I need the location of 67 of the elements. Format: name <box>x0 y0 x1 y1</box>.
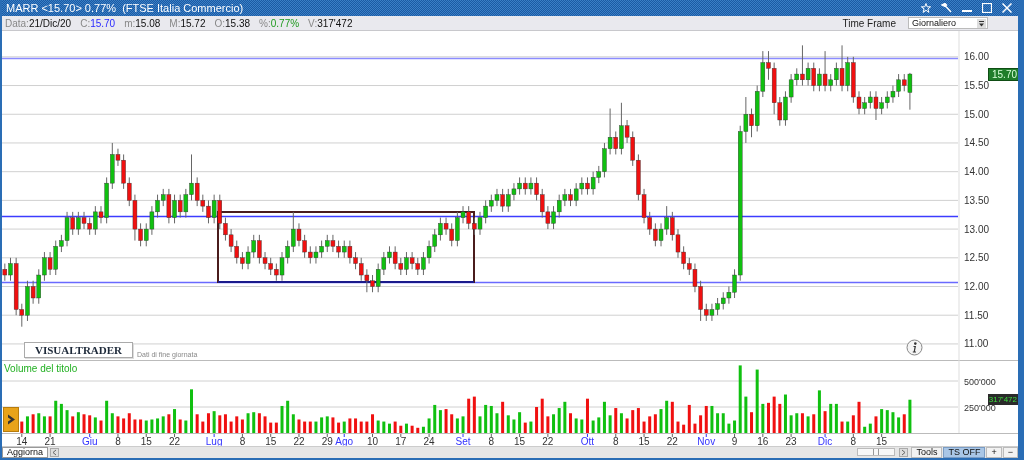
date-axis-label: 22 <box>542 436 554 446</box>
quote-label: V: <box>308 17 318 29</box>
date-axis-label: 8 <box>115 436 121 446</box>
date-axis-label: 15 <box>514 436 526 446</box>
date-axis-label: Nov <box>697 436 716 446</box>
date-axis-label: 10 <box>366 436 379 446</box>
volume-axis-label: 250'000 <box>964 402 996 413</box>
chart-title: Volume del titolo <box>4 363 78 374</box>
quote-value: 15.08 <box>135 17 161 29</box>
quote-label: Data: <box>5 17 29 29</box>
date-axis-label: Ott <box>580 436 595 446</box>
price-axis-label: 15.00 <box>964 108 990 120</box>
date-axis-label: 8 <box>850 436 857 446</box>
toolbar-button[interactable]: Tools <box>911 447 943 458</box>
quote-label: O: <box>214 17 226 29</box>
date-axis-label: 21 <box>44 436 56 446</box>
quote-value: 15.70 <box>90 17 116 29</box>
date-axis-label: 8 <box>613 436 619 446</box>
price-axis-label: 14.50 <box>964 137 990 149</box>
price-axis-label: 11.50 <box>964 309 989 321</box>
date-axis-label: 15 <box>140 436 152 446</box>
date-axis-label: 29 <box>321 436 333 446</box>
date-axis-label: Set <box>455 436 471 446</box>
date-axis-label: 17 <box>395 436 407 446</box>
price-axis-label: 14.00 <box>964 166 990 178</box>
date-axis-label: 22 <box>666 436 678 446</box>
quote-value: 15.38 <box>225 17 251 29</box>
quote-value: 15.72 <box>180 17 206 29</box>
date-axis-label: 8 <box>488 436 495 446</box>
price-axis-label: 15.50 <box>964 80 990 92</box>
quote-value: 317'472 <box>317 17 353 29</box>
date-axis-label: 14 <box>16 436 28 446</box>
time-frame-label: Time Frame <box>842 17 896 29</box>
toolbar-button[interactable]: TS OFF <box>943 447 986 458</box>
date-axis-label: 8 <box>239 436 246 446</box>
quote-value: 0.77% <box>270 17 300 29</box>
quote-label: %: <box>259 17 271 29</box>
date-axis-label: 15 <box>265 436 277 446</box>
quote-value: 21/Dic/20 <box>28 17 72 29</box>
quote-label: M: <box>169 17 181 29</box>
time-frame-dropdown[interactable]: Giornaliero <box>908 17 988 29</box>
last-price-label: 15.70 <box>988 68 1018 82</box>
price-axis-label: 11.00 <box>964 338 989 350</box>
price-axis-label: 13.50 <box>964 194 990 206</box>
date-axis-label: Giu <box>81 436 98 446</box>
toolbar-button[interactable]: + <box>986 447 1002 458</box>
date-axis-label: 15 <box>876 436 888 446</box>
date-axis-label: 15 <box>638 436 650 446</box>
price-axis-label: 13.00 <box>964 223 990 235</box>
price-axis-label: 12.50 <box>964 252 990 264</box>
quote-label: C: <box>80 17 91 29</box>
price-axis-label: 12.00 <box>964 281 990 292</box>
date-axis-label: 9 <box>731 436 738 446</box>
date-axis-label: Dic <box>817 436 833 446</box>
last-volume-label: 317'472 <box>987 393 1018 405</box>
date-axis-label: 22 <box>293 436 305 446</box>
brand-logo: VISUALTRADER <box>24 342 133 358</box>
volume-axis-label: 500'000 <box>964 376 996 387</box>
quote-label: m: <box>124 17 136 29</box>
date-axis-label: 16 <box>757 436 769 446</box>
toolbar-button[interactable]: − <box>1002 447 1018 458</box>
date-axis-label: 23 <box>785 436 797 446</box>
price-axis-label: 16.00 <box>964 51 990 63</box>
window-title: MARR <15.70> 0.77% (FTSE Italia Commercio) <box>6 2 244 14</box>
date-axis-label: 24 <box>423 436 435 446</box>
date-axis-label: 22 <box>168 436 181 446</box>
update-button[interactable]: Aggiorna <box>2 447 49 458</box>
